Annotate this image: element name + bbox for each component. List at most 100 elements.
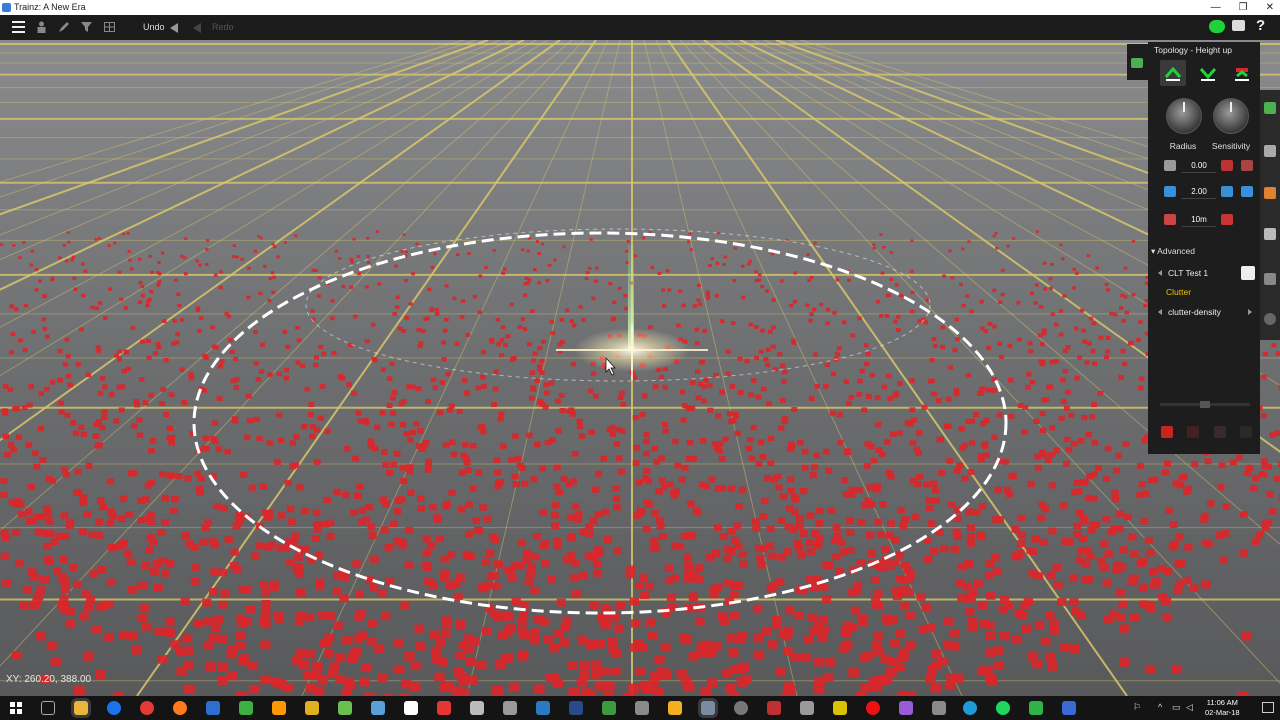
app-tool-icon[interactable] (932, 701, 946, 715)
app-green-icon[interactable] (239, 701, 253, 715)
clutter-box (421, 443, 428, 449)
sensitivity-knob[interactable] (1213, 98, 1249, 134)
task-view-icon[interactable] (41, 701, 55, 715)
app-purple-icon[interactable] (899, 701, 913, 715)
app-arrow-icon[interactable] (470, 701, 484, 715)
vlc-icon[interactable] (272, 701, 286, 715)
slope-pick-icon[interactable] (1221, 186, 1233, 197)
spotify-icon[interactable] (996, 701, 1010, 715)
clutter-box (978, 502, 987, 510)
asset-select[interactable]: CLT Test 1 (1158, 266, 1252, 280)
app-red-icon[interactable] (767, 701, 781, 715)
hamburger-menu-icon[interactable] (12, 21, 25, 33)
clutter-box (422, 561, 431, 569)
camera-icon[interactable] (1232, 20, 1245, 31)
prev-density-icon[interactable] (1158, 309, 1162, 315)
strip-settings-icon[interactable] (1264, 313, 1276, 325)
app-gold-icon[interactable] (833, 701, 847, 715)
delete-icon[interactable] (1161, 426, 1173, 438)
chat-status-icon[interactable] (1209, 20, 1225, 33)
firefox-icon[interactable] (173, 701, 187, 715)
file-explorer-icon[interactable] (74, 701, 88, 715)
chrome-icon[interactable] (140, 701, 154, 715)
clutter-box (950, 545, 960, 553)
panel-scrollbar[interactable] (1160, 401, 1250, 408)
photoshop-icon[interactable] (569, 701, 583, 715)
app-cube-icon[interactable] (536, 701, 550, 715)
clutter-box (423, 317, 428, 321)
tray-chevron-icon[interactable]: ^ (1158, 703, 1167, 712)
app-three-icon[interactable] (1029, 701, 1043, 715)
slope-value-field[interactable]: 2.00 (1182, 185, 1216, 199)
help-icon[interactable]: ? (1256, 17, 1265, 34)
undo-arrow-icon[interactable] (170, 23, 178, 33)
app-white-icon[interactable] (404, 701, 418, 715)
app-circle-icon[interactable] (734, 701, 748, 715)
grid-tool-icon[interactable] (104, 21, 115, 33)
app-stripe-icon[interactable] (668, 701, 682, 715)
maximize-button[interactable]: ❐ (1239, 0, 1248, 15)
edge-browser-icon[interactable] (107, 701, 121, 715)
strip-tools-icon[interactable] (1264, 228, 1276, 240)
app-ab-icon[interactable] (602, 701, 616, 715)
grid-size-value-field[interactable]: 10m (1182, 213, 1216, 227)
people-tray-icon[interactable]: ⚐ (1133, 703, 1142, 712)
advanced-toggle[interactable]: ▾ Advanced (1151, 246, 1195, 257)
store-icon[interactable] (206, 701, 220, 715)
scrollbar-thumb[interactable] (1200, 401, 1210, 408)
clutter-box (282, 329, 288, 334)
height-up-mode-button[interactable] (1160, 60, 1186, 86)
strip-layers-icon[interactable] (1264, 273, 1276, 285)
filter-tool-icon[interactable] (81, 21, 92, 33)
clutter-box (284, 479, 292, 486)
height-value-field[interactable]: 0.00 (1182, 159, 1216, 173)
app-blue-icon[interactable] (371, 701, 385, 715)
clutter-box (723, 554, 732, 563)
radius-knob[interactable] (1166, 98, 1202, 134)
edit-tool-icon[interactable] (58, 21, 69, 33)
strip-paint-icon[interactable] (1264, 145, 1276, 157)
notifications-icon[interactable] (1262, 702, 1274, 713)
skype-icon[interactable] (963, 701, 977, 715)
person-tool-icon[interactable] (36, 21, 47, 33)
app-chat-icon[interactable] (1062, 701, 1076, 715)
height-tool-icon[interactable] (1241, 160, 1253, 171)
clutter-box (866, 394, 872, 399)
record-icon[interactable] (866, 701, 880, 715)
clutter-box (1218, 462, 1226, 469)
minimize-button[interactable]: — (1211, 0, 1221, 15)
tool-tab[interactable] (1127, 44, 1148, 80)
clutter-box (97, 390, 104, 396)
start-button[interactable] (10, 702, 22, 714)
height-down-mode-button[interactable] (1195, 60, 1221, 86)
app-grid-icon[interactable] (635, 701, 649, 715)
strip-terrain-icon[interactable] (1264, 102, 1276, 114)
height-pick-icon[interactable] (1221, 160, 1233, 171)
app-grey-icon[interactable] (800, 701, 814, 715)
trainz-taskbar-icon[interactable] (701, 701, 715, 715)
grid-size-tool-icon[interactable] (1221, 214, 1233, 225)
asset-picker-icon[interactable] (1241, 266, 1255, 280)
terrain-tool-icon[interactable] (1131, 58, 1143, 68)
raise-icon[interactable] (1240, 426, 1252, 438)
notepad-icon[interactable] (338, 701, 352, 715)
network-tray-icon[interactable]: ▭ (1172, 703, 1181, 712)
strip-track-icon[interactable] (1264, 187, 1276, 199)
undo-button[interactable]: Undo (143, 19, 165, 35)
taskbar-clock[interactable]: 11:06 AM 02-Mar-18 (1205, 698, 1240, 718)
app-yellow-icon[interactable] (305, 701, 319, 715)
close-button[interactable]: ✕ (1266, 0, 1274, 15)
clear-icon[interactable] (1187, 426, 1199, 438)
3d-viewport[interactable] (0, 40, 1280, 696)
height-set-mode-button[interactable] (1229, 60, 1255, 86)
terrain-scene[interactable] (0, 40, 1280, 696)
clutter-box (304, 649, 315, 659)
erase-icon[interactable] (1214, 426, 1226, 438)
density-select[interactable]: clutter-density (1158, 305, 1252, 319)
slope-tool-icon[interactable] (1241, 186, 1253, 197)
next-density-icon[interactable] (1248, 309, 1252, 315)
prev-asset-icon[interactable] (1158, 270, 1162, 276)
volume-tray-icon[interactable]: ◁ (1186, 703, 1195, 712)
app-play-icon[interactable] (503, 701, 517, 715)
filezilla-icon[interactable] (437, 701, 451, 715)
